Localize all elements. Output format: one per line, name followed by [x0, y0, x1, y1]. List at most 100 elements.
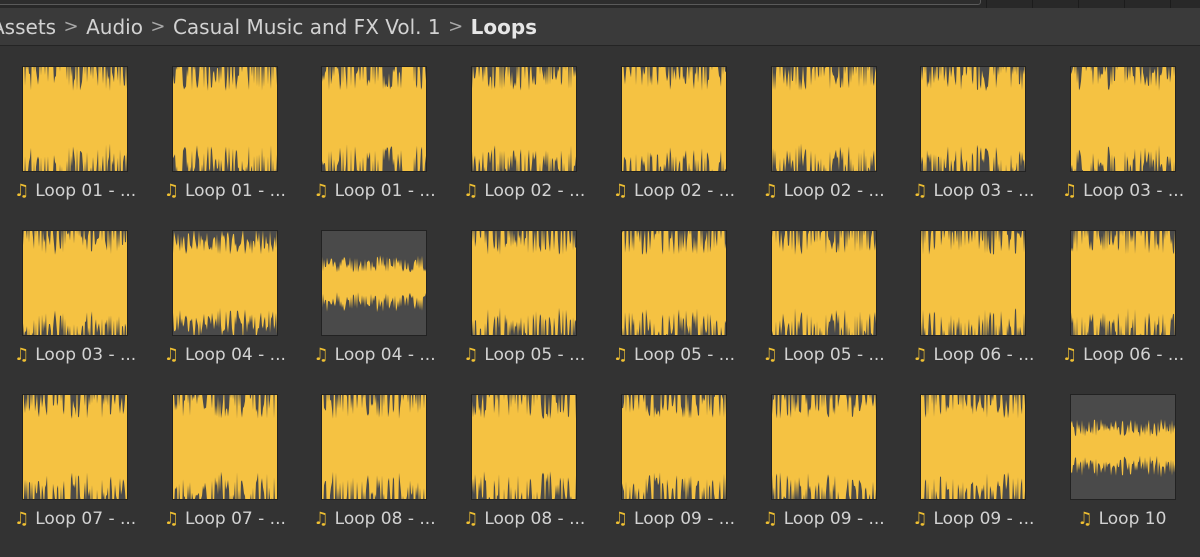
audio-asset-tile[interactable]: ♫ Loop 03 - ... — [1048, 46, 1198, 201]
asset-name: Loop 04 - ... — [334, 345, 436, 365]
asset-label: ♫ Loop 07 - ... — [164, 508, 304, 530]
breadcrumb-pack[interactable]: Casual Music and FX Vol. 1 — [173, 15, 441, 39]
waveform-graphic — [771, 395, 876, 499]
waveform-shape — [322, 395, 427, 499]
music-note-icon: ♫ — [762, 344, 778, 365]
audio-asset-tile[interactable]: ♫ Loop 03 - ... — [0, 210, 150, 365]
audio-asset-tile[interactable]: ♫ Loop 06 - ... — [1048, 210, 1198, 365]
waveform-graphic — [23, 67, 127, 171]
waveform-shape — [921, 67, 1026, 171]
audio-asset-tile[interactable]: ♫ Loop 05 - ... — [749, 210, 899, 365]
music-note-icon: ♫ — [163, 180, 179, 201]
audio-asset-tile[interactable]: ♫ Loop 02 - ... — [749, 46, 899, 201]
waveform-graphic — [621, 231, 726, 335]
waveform-shape — [621, 231, 726, 335]
breadcrumb-assets[interactable]: Assets — [0, 15, 56, 39]
waveform-graphic — [621, 395, 726, 499]
audio-asset-tile[interactable]: ♫ Loop 04 - ... — [299, 210, 449, 365]
asset-name: Loop 06 - ... — [1083, 345, 1185, 365]
audio-asset-tile[interactable]: ♫ Loop 02 - ... — [449, 46, 599, 201]
music-note-icon: ♫ — [912, 344, 928, 365]
audio-asset-tile[interactable]: ♫ Loop 08 - ... — [299, 374, 449, 529]
audio-asset-tile[interactable]: ♫ Loop 05 - ... — [599, 210, 749, 365]
waveform-graphic — [472, 395, 577, 499]
music-note-icon: ♫ — [1077, 508, 1093, 529]
waveform-thumbnail — [620, 230, 727, 336]
waveform-shape — [23, 67, 127, 171]
waveform-shape — [23, 395, 127, 499]
audio-asset-tile[interactable]: ♫ Loop 01 - ... — [299, 46, 449, 201]
breadcrumb-separator: > — [448, 16, 464, 37]
audio-asset-tile[interactable]: ♫ Loop 09 - ... — [599, 374, 749, 529]
asset-name: Loop 05 - ... — [634, 345, 736, 365]
asset-name: Loop 05 - ... — [484, 345, 586, 365]
waveform-thumbnail — [620, 66, 727, 172]
audio-asset-tile[interactable]: ♫ Loop 01 - ... — [150, 46, 300, 201]
waveform-graphic — [23, 395, 127, 499]
waveform-graphic — [1070, 419, 1175, 478]
audio-asset-tile[interactable]: ♫ Loop 09 - ... — [898, 374, 1048, 529]
asset-name: Loop 10 — [1098, 509, 1167, 529]
asset-name: Loop 02 - ... — [783, 181, 885, 201]
asset-name: Loop 09 - ... — [783, 509, 885, 529]
waveform-shape — [1070, 231, 1175, 335]
audio-asset-tile[interactable]: ♫ Loop 05 - ... — [449, 210, 599, 365]
audio-asset-tile[interactable]: ♫ Loop 07 - ... — [150, 374, 300, 529]
asset-name: Loop 01 - ... — [334, 181, 436, 201]
waveform-shape — [771, 395, 876, 499]
audio-asset-tile[interactable]: ♫ Loop 09 - ... — [749, 374, 899, 529]
asset-label: ♫ Loop 08 - ... — [463, 508, 603, 530]
asset-name: Loop 02 - ... — [634, 181, 736, 201]
waveform-shape — [921, 395, 1026, 499]
asset-label: ♫ Loop 02 - ... — [463, 180, 603, 202]
waveform-thumbnail — [920, 230, 1027, 336]
asset-label: ♫ Loop 09 - ... — [763, 508, 903, 530]
asset-label: ♫ Loop 01 - ... — [313, 180, 453, 202]
waveform-shape — [472, 231, 577, 335]
asset-name: Loop 04 - ... — [184, 345, 286, 365]
asset-name: Loop 01 - ... — [35, 181, 137, 201]
audio-asset-tile[interactable]: ♫ Loop 02 - ... — [599, 46, 749, 201]
waveform-shape — [1070, 419, 1175, 478]
asset-label: ♫ Loop 02 - ... — [613, 180, 753, 202]
asset-name: Loop 08 - ... — [484, 509, 586, 529]
waveform-graphic — [771, 67, 876, 171]
breadcrumb-loops[interactable]: Loops — [471, 15, 537, 39]
audio-asset-tile[interactable]: ♫ Loop 06 - ... — [898, 210, 1048, 365]
waveform-thumbnail — [171, 66, 278, 172]
asset-label: ♫ Loop 05 - ... — [613, 344, 753, 366]
waveform-graphic — [1070, 231, 1175, 335]
audio-asset-tile[interactable]: ♫ Loop 04 - ... — [150, 210, 300, 365]
asset-name: Loop 03 - ... — [1083, 181, 1185, 201]
waveform-graphic — [921, 231, 1026, 335]
audio-asset-tile[interactable]: ♫ Loop 01 - ... — [0, 46, 150, 201]
music-note-icon: ♫ — [463, 508, 479, 529]
music-note-icon: ♫ — [612, 508, 629, 529]
asset-name: Loop 08 - ... — [334, 509, 436, 529]
audio-asset-tile[interactable]: ♫ Loop 07 - ... — [0, 374, 150, 529]
music-note-icon: ♫ — [762, 508, 778, 529]
asset-name: Loop 03 - ... — [933, 181, 1035, 201]
asset-label: ♫ Loop 09 - ... — [912, 508, 1052, 530]
asset-name: Loop 01 - ... — [184, 181, 286, 201]
asset-label: ♫ Loop 06 - ... — [912, 344, 1052, 366]
waveform-thumbnail — [171, 394, 278, 500]
breadcrumb-audio[interactable]: Audio — [86, 15, 143, 39]
waveform-shape — [472, 67, 577, 171]
search-field-edge[interactable] — [0, 0, 981, 5]
music-note-icon: ♫ — [313, 508, 329, 529]
waveform-thumbnail — [22, 394, 128, 500]
audio-asset-tile[interactable]: ♫ Loop 08 - ... — [449, 374, 599, 529]
asset-label: ♫ Loop 10 — [1052, 508, 1192, 530]
waveform-thumbnail — [920, 394, 1027, 500]
audio-asset-tile[interactable]: ♫ Loop 10 — [1048, 374, 1198, 529]
asset-name: Loop 05 - ... — [783, 345, 885, 365]
music-note-icon: ♫ — [14, 344, 30, 365]
waveform-graphic — [172, 231, 277, 335]
waveform-thumbnail — [1069, 230, 1176, 336]
music-note-icon: ♫ — [912, 180, 928, 201]
breadcrumb-separator: > — [150, 16, 166, 37]
asset-label: ♫ Loop 02 - ... — [763, 180, 903, 202]
waveform-shape — [1070, 67, 1175, 171]
audio-asset-tile[interactable]: ♫ Loop 03 - ... — [898, 46, 1048, 201]
